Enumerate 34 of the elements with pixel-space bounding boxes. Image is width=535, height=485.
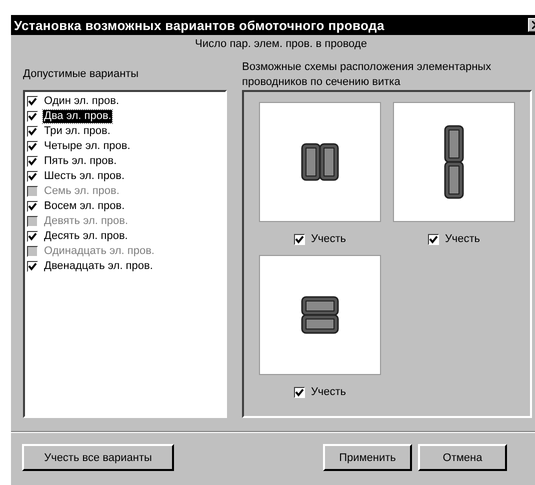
dialog-button[interactable]: Отмена	[418, 444, 507, 471]
list-item[interactable]: Четыре эл. пров.	[43, 140, 132, 153]
dialog-button[interactable]: Применить	[323, 444, 412, 471]
list-item[interactable]: Восем эл. пров.	[43, 200, 126, 213]
checkbox[interactable]	[428, 234, 439, 244]
subtitle: Число пар. элем. пров. в проводе	[195, 38, 367, 50]
checkbox[interactable]	[294, 386, 305, 398]
list-item[interactable]: Три эл. пров.	[43, 125, 112, 138]
checkbox[interactable]	[27, 156, 38, 167]
checkbox[interactable]	[27, 171, 38, 182]
scheme-card[interactable]	[259, 102, 381, 222]
checkbox[interactable]	[27, 201, 38, 212]
checkbox[interactable]	[27, 231, 38, 242]
list-item[interactable]: Пять эл. пров.	[43, 155, 118, 168]
list-item[interactable]: Десять эл. пров.	[43, 230, 129, 243]
checkbox[interactable]	[27, 111, 38, 122]
list-item[interactable]: Два эл. пров.	[43, 110, 112, 123]
checkbox[interactable]	[27, 126, 38, 137]
section-label: Возможные схемы расположения элементарных проводников по сечению витка	[242, 60, 492, 90]
dialog-button[interactable]: Учесть все варианты	[22, 444, 174, 471]
list-item[interactable]: Шесть эл. пров.	[43, 170, 126, 183]
list-item[interactable]: Один эл. пров.	[43, 95, 120, 108]
list-item[interactable]: Двенадцать эл. пров.	[43, 260, 154, 273]
checkbox[interactable]	[27, 261, 38, 272]
checkbox-label[interactable]: Учесть	[444, 233, 480, 245]
window-title: Установка возможных вариантов обмоточного провода	[14, 18, 384, 32]
checkbox[interactable]	[27, 96, 38, 107]
section-label: Допустимые варианты	[23, 67, 140, 82]
checkbox[interactable]	[27, 141, 38, 152]
scheme-card[interactable]	[259, 255, 381, 375]
checkbox-label[interactable]: Учесть	[310, 386, 346, 398]
scheme-card[interactable]	[393, 102, 515, 222]
checkbox-label[interactable]: Учесть	[310, 233, 346, 245]
checkbox[interactable]	[294, 234, 305, 244]
